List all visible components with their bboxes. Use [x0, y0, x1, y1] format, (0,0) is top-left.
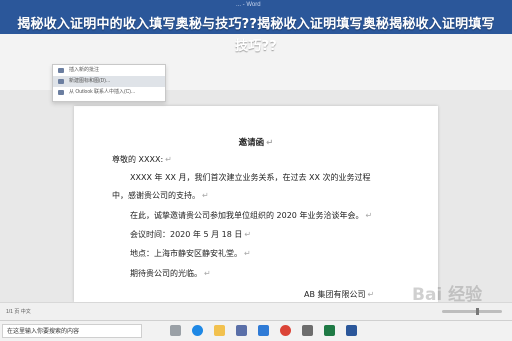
taskbar-search-box[interactable]: 在这里输入你要搜索的内容 — [2, 324, 142, 338]
doc-line-body-3: 在此，诚挚邀请贵公司参加我单位组织的 2020 年业务洽谈年会。 ↵ — [130, 211, 373, 220]
headline-line-2: 技巧?? — [235, 39, 277, 54]
doc-line-body-2: 中，感谢贵公司的支持。 ↵ — [112, 191, 209, 200]
doc-title: 邀请函 ↵ — [238, 138, 274, 148]
dropdown-menu: 插入新的批注 新建图标和图(D)... 从 Outlook 联系人中插入(C).… — [52, 64, 166, 102]
headline: 揭秘收入证明中的收入填写奥秘与技巧??揭秘收入证明填写奥秘揭秘收入证明填写 技巧… — [0, 14, 512, 58]
window-title: ... - Word — [236, 2, 261, 8]
taskbar: 在这里输入你要搜索的内容 — [0, 320, 512, 341]
task-view-icon[interactable] — [170, 325, 181, 336]
doc-line-location: 地点：上海市静安区静安礼堂。 ↵ — [130, 249, 251, 258]
edge-icon[interactable] — [192, 325, 203, 336]
zoom-slider[interactable] — [442, 308, 502, 315]
doc-line-closing: 期待贵公司的光临。 ↵ — [130, 269, 211, 278]
menu-item-label: 从 Outlook 联系人中插入(C)... — [69, 89, 136, 95]
chrome-icon[interactable] — [280, 325, 291, 336]
mail-icon[interactable] — [258, 325, 269, 336]
app-icon[interactable] — [302, 325, 313, 336]
doc-line-salutation: 尊敬的 XXXX: ↵ — [112, 155, 172, 164]
page-count: 1/1 页 中文 — [6, 309, 31, 315]
menu-item-label: 插入新的批注 — [69, 67, 100, 73]
doc-line-signature: AB 集团有限公司 ↵ — [304, 290, 375, 299]
file-explorer-icon[interactable] — [214, 325, 225, 336]
excel-icon[interactable] — [324, 325, 335, 336]
doc-line-time: 会议时间：2020 年 5 月 18 日 ↵ — [130, 230, 252, 239]
menu-item-label: 新建图标和图(D)... — [69, 78, 111, 84]
doc-line-body-1: XXXX 年 XX 月，我们首次建立业务关系，在过去 XX 次的业务过程 — [130, 173, 371, 182]
word-icon[interactable] — [346, 325, 357, 336]
search-text: 在这里输入你要搜索的内容 — [7, 328, 80, 335]
menu-item-new[interactable]: 新建图标和图(D)... — [53, 76, 165, 87]
menu-item-outlook-contacts[interactable]: 从 Outlook 联系人中插入(C)... — [53, 87, 165, 98]
contacts-icon — [58, 90, 64, 95]
document-page[interactable]: 邀请函 ↵ 尊敬的 XXXX: ↵ XXXX 年 XX 月，我们首次建立业务关系，在… — [74, 106, 438, 302]
chart-icon — [58, 79, 64, 84]
watermark-logo: Bai 经验 — [412, 285, 483, 305]
headline-line-1: 揭秘收入证明中的收入填写奥秘与技巧??揭秘收入证明填写奥秘揭秘收入证明填写 — [17, 17, 495, 32]
store-icon[interactable] — [236, 325, 247, 336]
menu-item-insert-comment[interactable]: 插入新的批注 — [53, 65, 165, 76]
comment-icon — [58, 68, 64, 73]
